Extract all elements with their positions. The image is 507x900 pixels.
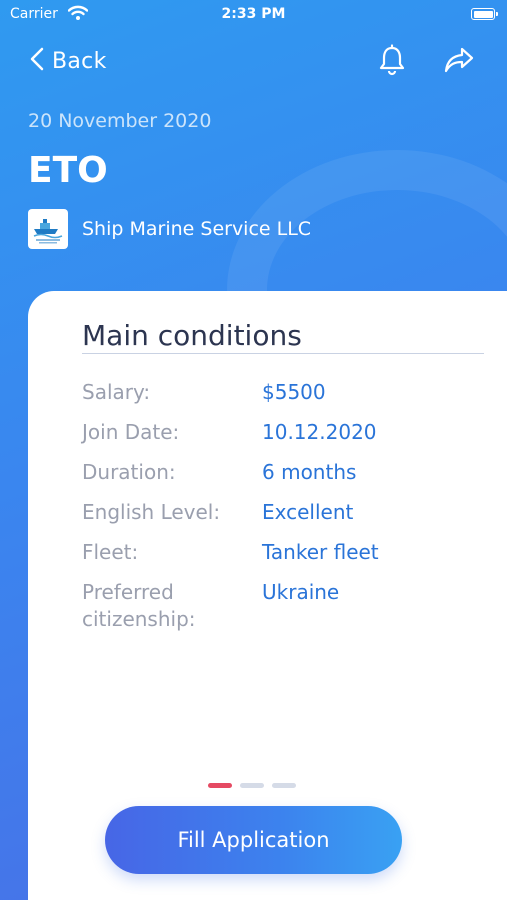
condition-value: Tanker fleet — [262, 540, 379, 564]
condition-row-salary: Salary: $5500 — [82, 379, 482, 406]
company-logo — [28, 209, 68, 249]
condition-label: Preferred citizenship: — [82, 580, 196, 631]
condition-label: Join Date: — [82, 420, 180, 444]
job-details-screen: Carrier 2:33 PM Back 20 November 2020 ET… — [0, 0, 507, 900]
job-date: 20 November 2020 — [28, 110, 212, 132]
condition-row-join-date: Join Date: 10.12.2020 — [82, 419, 482, 446]
condition-row-citizenship: Preferred citizenship: Ukraine — [82, 579, 482, 633]
condition-label: Salary: — [82, 380, 151, 404]
condition-label: English Level: — [82, 500, 221, 524]
condition-row-fleet: Fleet: Tanker fleet — [82, 539, 482, 566]
conditions-card: Main conditions Salary: $5500 Join Date:… — [28, 291, 507, 900]
fill-application-button[interactable]: Fill Application — [105, 806, 402, 874]
bell-icon[interactable] — [374, 42, 410, 78]
back-label: Back — [52, 48, 107, 74]
chevron-left-icon — [30, 47, 44, 75]
condition-value: 10.12.2020 — [262, 420, 377, 444]
company-row[interactable]: Ship Marine Service LLC — [28, 209, 311, 249]
page-indicator — [208, 783, 296, 788]
condition-label: Fleet: — [82, 540, 139, 564]
page-dot-active[interactable] — [208, 783, 232, 788]
status-bar: Carrier 2:33 PM — [0, 0, 507, 30]
status-time: 2:33 PM — [221, 6, 286, 22]
conditions-divider — [82, 353, 484, 354]
condition-value: 6 months — [262, 460, 357, 484]
job-title: ETO — [28, 150, 108, 191]
share-icon[interactable] — [441, 42, 477, 78]
battery-icon — [471, 8, 498, 20]
condition-value: $5500 — [262, 380, 326, 404]
conditions-title: Main conditions — [82, 319, 302, 352]
condition-row-duration: Duration: 6 months — [82, 459, 482, 486]
page-dot[interactable] — [272, 783, 296, 788]
condition-row-english-level: English Level: Excellent — [82, 499, 482, 526]
condition-value: Excellent — [262, 500, 354, 524]
back-button[interactable]: Back — [30, 44, 107, 78]
condition-label: Duration: — [82, 460, 176, 484]
page-dot[interactable] — [240, 783, 264, 788]
company-name: Ship Marine Service LLC — [82, 218, 312, 240]
conditions-list: Salary: $5500 Join Date: 10.12.2020 Dura… — [82, 379, 482, 646]
condition-value: Ukraine — [262, 580, 340, 604]
